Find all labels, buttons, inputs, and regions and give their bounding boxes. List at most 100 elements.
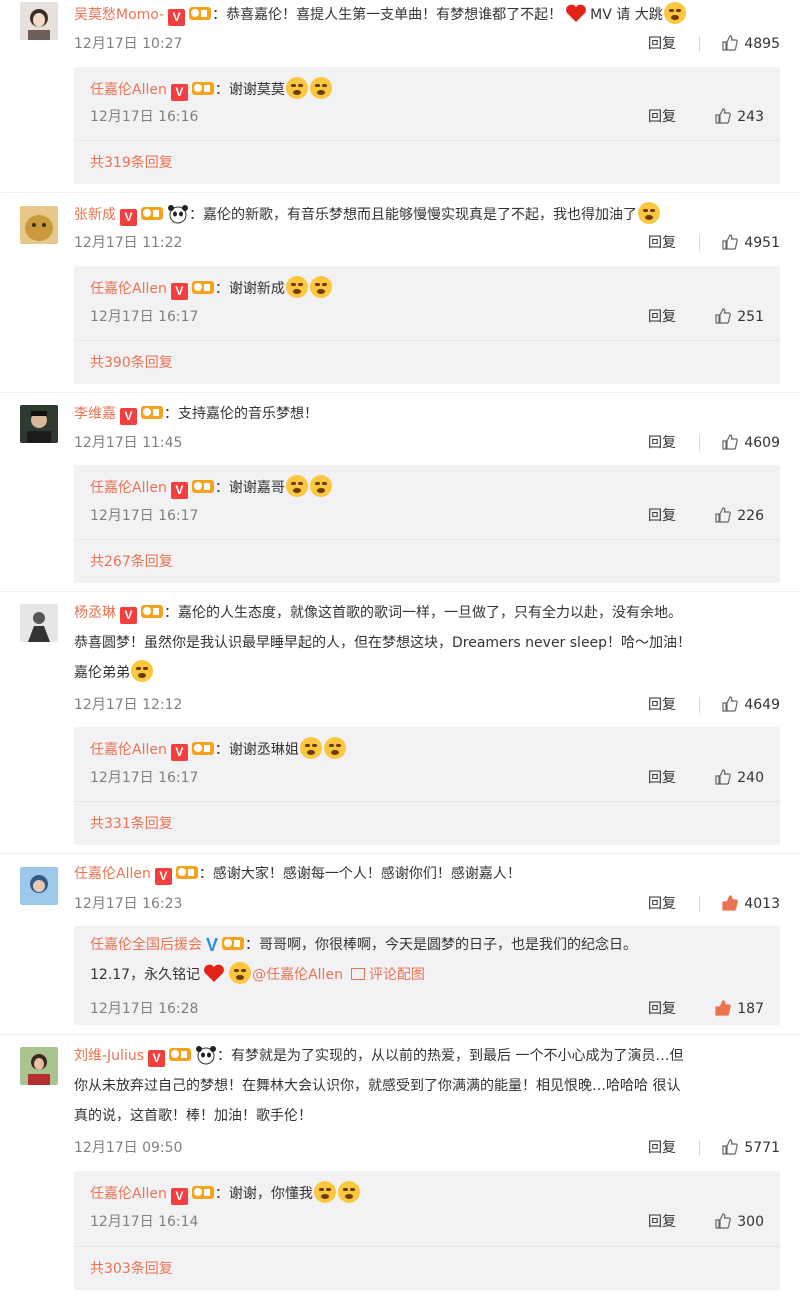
like-button[interactable]: 300 — [715, 1211, 764, 1233]
reply-box: 任嘉伦Allen V ：谢谢丞琳姐 12月17日 16:17 回复 240 共331… — [74, 727, 780, 845]
thumbs-up-icon — [715, 108, 732, 124]
reply-button[interactable]: 回复 — [648, 1137, 676, 1159]
reply-button[interactable]: 回复 — [648, 893, 676, 915]
divider — [699, 235, 700, 251]
panda-icon — [168, 205, 188, 224]
comment-line: 杨丞琳 V ：嘉伦的人生态度，就像这首歌的歌词一样，一旦做了，只有全力以赴，没有余地… — [74, 598, 782, 628]
avatar[interactable] — [20, 206, 58, 244]
comment-body: 恭喜圆梦！虽然你是我认识最早睡早起的人，但在梦想这块，Dreamers neve… — [74, 635, 692, 651]
like-button[interactable]: 4951 — [722, 232, 780, 254]
reply-button[interactable]: 回复 — [648, 694, 676, 716]
like-count: 4609 — [744, 435, 780, 451]
verified-v-icon: V — [168, 9, 186, 26]
comment-time: 12月17日 11:22 — [74, 235, 183, 251]
reply-text: 任嘉伦Allen V ：谢谢嘉哥 — [90, 473, 764, 503]
comment-item: 杨丞琳 V ：嘉伦的人生态度，就像这首歌的歌词一样，一旦做了，只有全力以赴，没有余地… — [0, 598, 800, 852]
reply-button[interactable]: 回复 — [648, 432, 676, 454]
verified-v-icon: V — [120, 209, 137, 226]
reply-button[interactable]: 回复 — [648, 1211, 676, 1233]
like-count: 4951 — [744, 235, 780, 251]
comment-username[interactable]: 杨丞琳 — [74, 605, 116, 621]
like-button[interactable]: 4895 — [722, 33, 780, 55]
mention-link[interactable]: @任嘉伦Allen — [252, 967, 343, 983]
reply-meta: 12月17日 16:28 回复 187 — [90, 998, 764, 1020]
comment-line: 恭喜圆梦！虽然你是我认识最早睡早起的人，但在梦想这块，Dreamers neve… — [74, 628, 782, 658]
reply-button[interactable]: 回复 — [648, 505, 676, 527]
comment-username[interactable]: 刘维-Julius — [74, 1048, 144, 1064]
reply-button[interactable]: 回复 — [648, 106, 676, 128]
more-replies-link[interactable]: 共319条回复 — [90, 153, 173, 173]
avatar[interactable] — [20, 604, 58, 642]
crying-emoji-icon — [131, 660, 153, 682]
reply-time: 12月17日 16:17 — [90, 508, 199, 524]
reply-button[interactable]: 回复 — [648, 998, 676, 1020]
avatar[interactable] — [20, 405, 58, 443]
avatar-image — [20, 405, 58, 443]
like-button[interactable]: 251 — [715, 306, 764, 328]
crying-emoji-icon — [285, 276, 308, 298]
comment-time: 12月17日 09:50 — [74, 1140, 183, 1156]
more-replies-link[interactable]: 共303条回复 — [90, 1259, 173, 1279]
reply-username[interactable]: 任嘉伦Allen — [90, 281, 167, 297]
comment-meta: 12月17日 10:27 回复 4895 — [74, 33, 780, 55]
like-button[interactable]: 187 — [715, 998, 764, 1020]
like-button[interactable]: 226 — [715, 505, 764, 527]
crying-emoji-icon — [337, 1181, 360, 1203]
comment-time: 12月17日 10:27 — [74, 36, 183, 52]
thumbs-up-icon-liked — [722, 895, 739, 911]
comment-username[interactable]: 张新成 — [74, 207, 116, 223]
comment-username[interactable]: 任嘉伦Allen — [74, 866, 151, 882]
more-replies-link[interactable]: 共331条回复 — [90, 814, 173, 834]
comment-body: 嘉伦弟弟 — [74, 665, 130, 681]
avatar[interactable] — [20, 2, 58, 40]
reply-username[interactable]: 任嘉伦Allen — [90, 742, 167, 758]
more-replies-row: 共303条回复 — [74, 1246, 780, 1290]
comment-username[interactable]: 吴莫愁Momo- — [74, 7, 164, 23]
thumbs-up-icon — [715, 308, 732, 324]
verified-v-icon: V — [170, 744, 188, 761]
avatar[interactable] — [20, 1047, 58, 1085]
avatar-image — [20, 206, 58, 244]
avatar-image — [20, 2, 58, 40]
avatar[interactable] — [20, 867, 58, 905]
reply-button[interactable]: 回复 — [648, 306, 676, 328]
comment-time: 12月17日 16:23 — [74, 896, 183, 912]
like-button[interactable]: 4013 — [722, 893, 780, 915]
like-button[interactable]: 4649 — [722, 694, 780, 716]
thumbs-up-icon — [722, 35, 739, 51]
reply-username[interactable]: 任嘉伦Allen — [90, 480, 167, 496]
level-badge-icon — [191, 480, 214, 493]
like-count: 5771 — [744, 1140, 780, 1156]
like-button[interactable]: 243 — [715, 106, 764, 128]
reply-time: 12月17日 16:28 — [90, 1001, 199, 1017]
reply-username[interactable]: 任嘉伦全国后援会 — [90, 937, 202, 953]
avatar-image — [20, 1047, 58, 1085]
like-count: 226 — [737, 508, 764, 524]
crying-emoji-icon — [323, 737, 346, 759]
comment-meta: 12月17日 09:50 回复 5771 — [74, 1137, 780, 1159]
reply-line: 任嘉伦全国后援会 V ：哥哥啊，你很棒啊，今天是圆梦的日子，也是我们的纪念日。 — [90, 930, 764, 960]
divider — [699, 1140, 700, 1156]
level-badge-icon — [169, 1048, 191, 1061]
verified-v-icon: V — [120, 607, 137, 624]
comment-picture-link[interactable]: 评论配图 — [350, 967, 425, 983]
comment-body-tail: MV 请 大跳 — [590, 7, 663, 23]
heart-icon — [204, 964, 225, 982]
like-count: 4013 — [744, 896, 780, 912]
level-badge-icon — [141, 406, 163, 419]
more-replies-link[interactable]: 共390条回复 — [90, 353, 173, 373]
crying-emoji-icon — [285, 475, 308, 497]
reply-username[interactable]: 任嘉伦Allen — [90, 1186, 167, 1202]
like-button[interactable]: 5771 — [722, 1137, 780, 1159]
reply-username[interactable]: 任嘉伦Allen — [90, 82, 167, 98]
like-button[interactable]: 240 — [715, 767, 764, 789]
reply-line: 12.17，永久铭记 @任嘉伦Allen 评论配图 — [90, 960, 764, 990]
comment-username[interactable]: 李维嘉 — [74, 406, 116, 422]
like-button[interactable]: 4609 — [722, 432, 780, 454]
comment-item: 刘维-Julius V ：有梦就是为了实现的，从以前的热爱，到最后 一个不小心成为了… — [0, 1041, 800, 1296]
more-replies-link[interactable]: 共267条回复 — [90, 552, 173, 572]
reply-button[interactable]: 回复 — [648, 767, 676, 789]
reply-button[interactable]: 回复 — [648, 232, 676, 254]
crying-emoji-icon — [309, 77, 332, 99]
reply-button[interactable]: 回复 — [648, 33, 676, 55]
